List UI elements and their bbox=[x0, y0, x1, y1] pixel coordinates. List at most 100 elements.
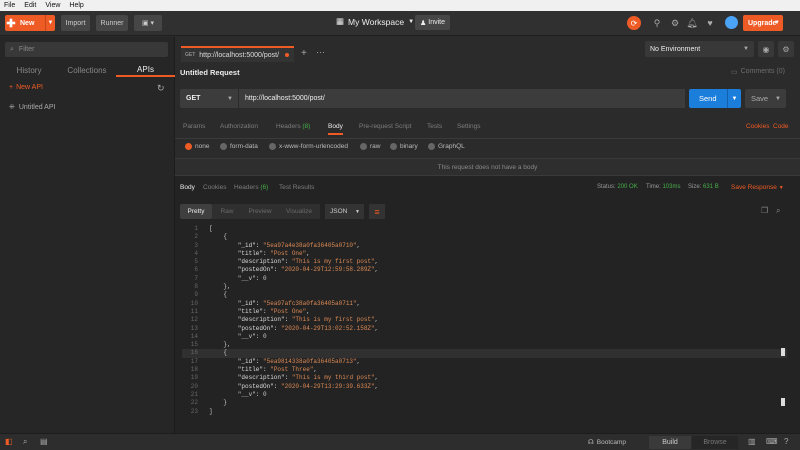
chevron-down-icon: ▼ bbox=[775, 95, 781, 102]
avatar[interactable] bbox=[725, 16, 738, 29]
tab-headers[interactable]: Headers (8) bbox=[276, 123, 310, 135]
code-line: 5 "description": "This is my first post"… bbox=[182, 258, 787, 266]
code-text: "postedOn": "2020-04-29T13:02:52.158Z", bbox=[209, 324, 379, 332]
line-number: 17 bbox=[190, 357, 198, 365]
request-tab[interactable]: GET http://localhost:5000/post/ bbox=[181, 46, 294, 62]
code-text: "title": "Post Three", bbox=[209, 366, 318, 374]
new-window-button[interactable]: ▣ ▾ bbox=[134, 15, 162, 31]
help-icon[interactable]: ? bbox=[784, 437, 788, 446]
keyboard-icon[interactable]: ⌨ bbox=[766, 437, 778, 446]
invite-button[interactable]: ♟ Invite bbox=[415, 15, 450, 30]
menu-help[interactable]: Help bbox=[69, 2, 83, 9]
tab-body[interactable]: Body bbox=[328, 123, 343, 135]
radio-form-data[interactable]: form-data bbox=[220, 143, 258, 150]
menu-file[interactable]: File bbox=[4, 2, 15, 9]
line-number: 3 bbox=[194, 241, 198, 249]
format-select[interactable]: JSON ▼ bbox=[325, 204, 364, 219]
search-icon[interactable]: ⌕ bbox=[776, 206, 780, 216]
bootcamp-button[interactable]: ☊ Bootcamp bbox=[588, 438, 626, 447]
tab-collections[interactable]: Collections bbox=[58, 63, 116, 77]
save-button[interactable]: Save ▼ bbox=[745, 89, 786, 108]
line-number: 6 bbox=[194, 266, 198, 274]
chevron-down-icon[interactable]: ▼ bbox=[727, 89, 741, 108]
save-response-button[interactable]: Save Response ▼ bbox=[731, 184, 784, 191]
method-select[interactable]: GET ▼ bbox=[180, 89, 238, 108]
scroll-marker bbox=[781, 348, 785, 356]
tab-tests[interactable]: Tests bbox=[427, 123, 442, 135]
line-number: 13 bbox=[190, 324, 198, 332]
sidebar-item-untitled-api[interactable]: ⁜ Untitled API bbox=[9, 103, 55, 112]
code-line: 3 "_id": "5ea97a4e38a0fa36405a0710", bbox=[182, 242, 787, 250]
response-tab-cookies[interactable]: Cookies bbox=[203, 184, 226, 191]
view-raw-button[interactable]: Raw bbox=[212, 204, 242, 219]
console-icon[interactable]: ▤ bbox=[40, 437, 48, 446]
radio-graphql[interactable]: GraphQL bbox=[428, 143, 465, 150]
menu-view[interactable]: View bbox=[45, 2, 60, 9]
more-tabs-icon[interactable]: ··· bbox=[316, 47, 325, 57]
new-api-button[interactable]: + New API bbox=[9, 84, 43, 91]
gear-icon[interactable]: ⚙ bbox=[778, 41, 794, 57]
request-name[interactable]: Untitled Request bbox=[180, 68, 240, 77]
radio-dot-icon bbox=[185, 143, 192, 150]
line-number: 18 bbox=[190, 366, 198, 374]
bell-icon[interactable]: 🔔︎ bbox=[686, 17, 698, 29]
find-icon[interactable]: ⌕ bbox=[23, 437, 27, 447]
menu-edit[interactable]: Edit bbox=[24, 2, 36, 9]
view-pretty-button[interactable]: Pretty bbox=[180, 204, 212, 219]
scroll-marker bbox=[781, 398, 785, 406]
new-button[interactable]: ✚ New ▼ bbox=[5, 15, 55, 31]
settings-icon[interactable]: ⚙ bbox=[669, 17, 681, 29]
line-number: 16 bbox=[190, 349, 198, 357]
send-button[interactable]: Send ▼ bbox=[689, 89, 741, 108]
radio-x-www-form-urlencoded[interactable]: x-www-form-urlencoded bbox=[269, 143, 348, 150]
tab-params[interactable]: Params bbox=[183, 123, 205, 135]
add-tab-button[interactable]: + bbox=[301, 48, 307, 59]
code-link[interactable]: Code bbox=[773, 123, 789, 130]
tab-apis[interactable]: APIs bbox=[116, 63, 175, 77]
sync-icon[interactable]: ⟳ bbox=[627, 16, 641, 30]
wrap-lines-icon[interactable]: ≡ bbox=[369, 204, 385, 219]
copy-icon[interactable]: ❐ bbox=[761, 206, 768, 215]
comments-button[interactable]: ▭ Comments (0) bbox=[731, 68, 785, 76]
view-visualize-button[interactable]: Visualize bbox=[278, 204, 320, 219]
code-text: "__v": 0 bbox=[209, 390, 267, 398]
filter-input[interactable]: ⌕ Filter bbox=[5, 42, 168, 57]
code-text: { bbox=[209, 291, 228, 299]
radio-none[interactable]: none bbox=[185, 143, 209, 150]
import-button[interactable]: Import bbox=[61, 15, 90, 31]
radio-binary[interactable]: binary bbox=[390, 143, 418, 150]
view-preview-button[interactable]: Preview bbox=[242, 204, 278, 219]
url-input[interactable]: http://localhost:5000/post/ bbox=[239, 89, 685, 108]
code-line: 16 { bbox=[182, 349, 787, 358]
eye-icon[interactable]: ◉ bbox=[758, 41, 774, 57]
radio-raw[interactable]: raw bbox=[360, 143, 380, 150]
code-text: "description": "This is my first post", bbox=[209, 316, 379, 324]
build-mode-button[interactable]: Build bbox=[649, 436, 691, 449]
heart-icon[interactable]: ♥ bbox=[704, 17, 716, 29]
sidebar-toggle-icon[interactable]: ◧ bbox=[5, 437, 13, 446]
response-tab-body[interactable]: Body bbox=[180, 184, 195, 191]
tab-history[interactable]: History bbox=[0, 63, 58, 77]
workspace-selector[interactable]: ▦ My Workspace ▼ bbox=[336, 16, 414, 27]
response-tab-test-results[interactable]: Test Results bbox=[279, 184, 314, 191]
code-text: [ bbox=[209, 225, 213, 232]
tab-authorization[interactable]: Authorization bbox=[220, 123, 258, 135]
line-number: 10 bbox=[190, 299, 198, 307]
environment-selector[interactable]: No Environment ▼ bbox=[645, 41, 754, 57]
upgrade-button[interactable]: Upgrade ▼ bbox=[743, 15, 783, 31]
chevron-down-icon[interactable]: ▼ bbox=[45, 15, 55, 31]
layout-icon[interactable]: ▥ bbox=[748, 437, 756, 446]
radio-dot-icon bbox=[220, 143, 227, 150]
refresh-icon[interactable]: ↻ bbox=[157, 83, 165, 94]
browse-mode-button[interactable]: Browse bbox=[692, 436, 738, 449]
satellite-icon[interactable]: ⚲ bbox=[651, 17, 663, 29]
tab-settings[interactable]: Settings bbox=[457, 123, 481, 135]
response-tab-headers[interactable]: Headers (6) bbox=[234, 184, 268, 191]
radio-dot-icon bbox=[269, 143, 276, 150]
line-number: 20 bbox=[190, 382, 198, 390]
response-body-code[interactable]: 1[2 {3 "_id": "5ea97a4e38a0fa36405a0710"… bbox=[182, 225, 787, 416]
code-line: 13 "postedOn": "2020-04-29T13:02:52.158Z… bbox=[182, 325, 787, 333]
runner-button[interactable]: Runner bbox=[96, 15, 128, 31]
tab-prerequest-script[interactable]: Pre-request Script bbox=[359, 123, 411, 135]
cookies-link[interactable]: Cookies bbox=[746, 123, 769, 130]
